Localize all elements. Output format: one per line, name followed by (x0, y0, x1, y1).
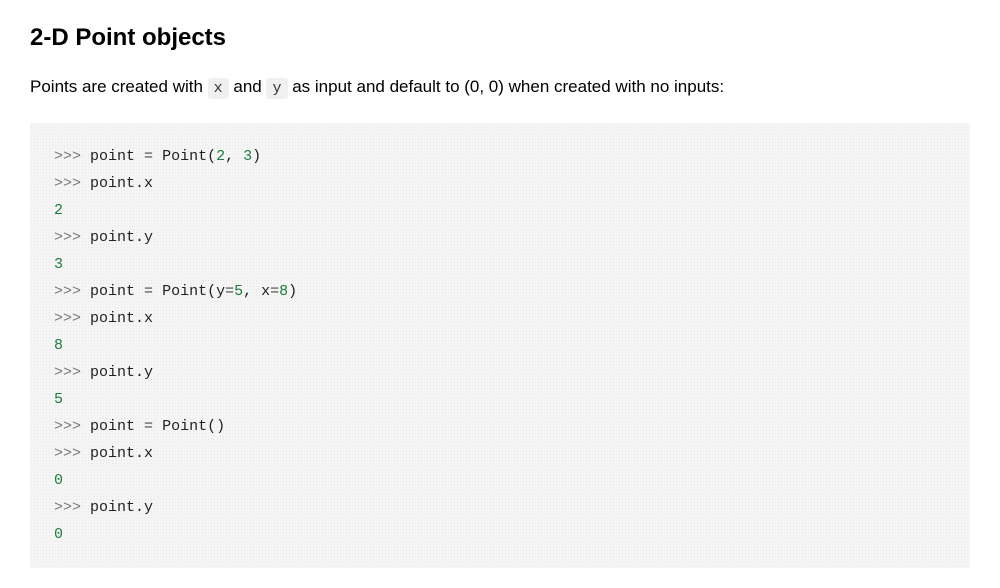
code-number: 5 (234, 283, 243, 300)
code-token: , x (243, 283, 270, 300)
intro-text-mid: and (229, 77, 267, 96)
code-token: Point(y (153, 283, 225, 300)
code-token: = (144, 283, 153, 300)
repl-prompt: >>> (54, 418, 81, 435)
code-token: ) (288, 283, 297, 300)
code-output: 0 (54, 526, 63, 543)
code-token: = (225, 283, 234, 300)
code-block: >>> point = Point(2, 3) >>> point.x 2 >>… (30, 123, 970, 568)
repl-prompt: >>> (54, 148, 81, 165)
code-output: 5 (54, 391, 63, 408)
code-token: = (270, 283, 279, 300)
code-token: , (225, 148, 243, 165)
code-token: Point( (153, 148, 216, 165)
code-output: 3 (54, 256, 63, 273)
code-number: 8 (279, 283, 288, 300)
inline-code-y: y (266, 78, 287, 99)
code-token: point (90, 283, 144, 300)
code-token: point.y (90, 499, 153, 516)
code-number: 3 (243, 148, 252, 165)
repl-prompt: >>> (54, 283, 81, 300)
intro-text-suffix: as input and default to (0, 0) when crea… (288, 77, 725, 96)
intro-paragraph: Points are created with x and y as input… (30, 74, 970, 101)
intro-text-prefix: Points are created with (30, 77, 208, 96)
code-output: 2 (54, 202, 63, 219)
code-token: = (144, 418, 153, 435)
code-token: point (90, 148, 144, 165)
repl-prompt: >>> (54, 310, 81, 327)
code-token: point.x (90, 175, 153, 192)
code-token: Point() (153, 418, 225, 435)
repl-prompt: >>> (54, 499, 81, 516)
repl-prompt: >>> (54, 229, 81, 246)
code-token: = (144, 148, 153, 165)
repl-prompt: >>> (54, 445, 81, 462)
code-token: point.y (90, 364, 153, 381)
code-token: point.y (90, 229, 153, 246)
code-token: point.x (90, 310, 153, 327)
code-token: point.x (90, 445, 153, 462)
code-token: point (90, 418, 144, 435)
code-output: 0 (54, 472, 63, 489)
inline-code-x: x (208, 78, 229, 99)
section-heading: 2-D Point objects (30, 20, 970, 56)
repl-prompt: >>> (54, 364, 81, 381)
code-number: 2 (216, 148, 225, 165)
code-output: 8 (54, 337, 63, 354)
repl-prompt: >>> (54, 175, 81, 192)
code-token: ) (252, 148, 261, 165)
